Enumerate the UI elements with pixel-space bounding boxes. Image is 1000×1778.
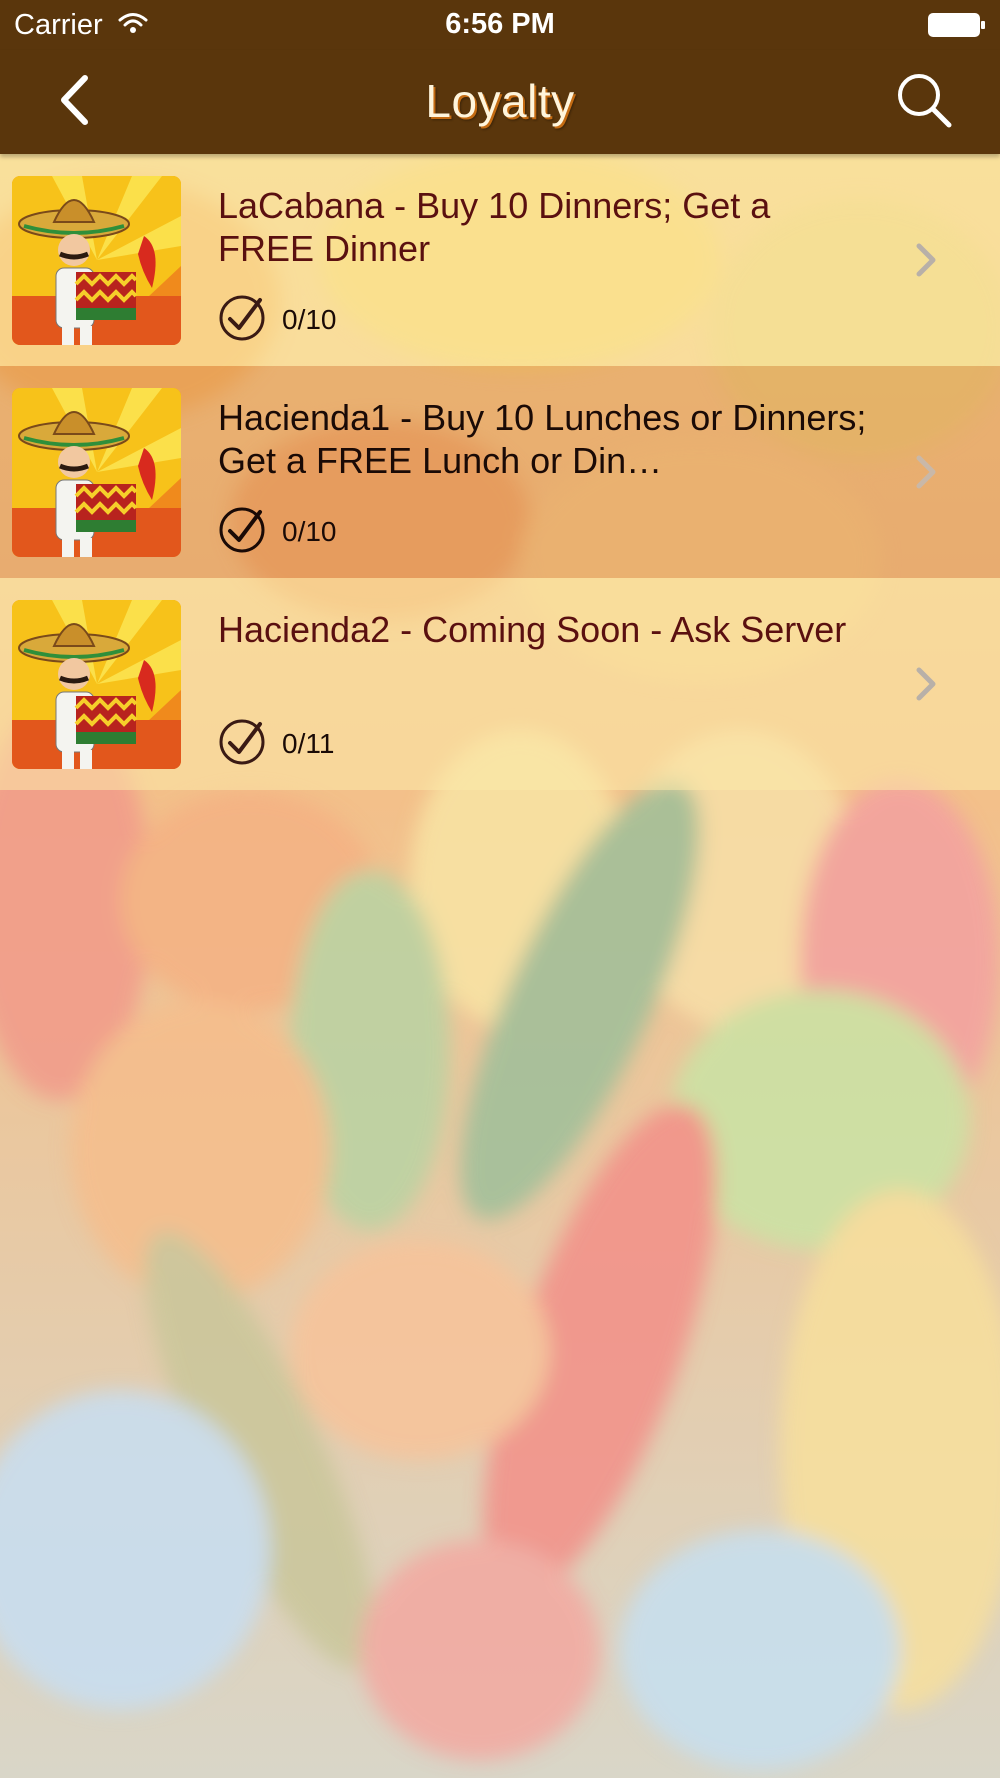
list-item[interactable]: Hacienda1 - Buy 10 Lunches or Dinners; G… — [0, 366, 1000, 578]
chevron-right-icon — [916, 455, 936, 489]
punch-progress: 0/10 — [282, 516, 337, 547]
checkmark-circle-icon — [219, 295, 265, 341]
chevron-right-icon — [916, 243, 936, 277]
punch-progress: 0/10 — [282, 304, 337, 335]
battery-icon — [928, 13, 985, 37]
punch-progress: 0/11 — [282, 728, 335, 759]
mascot-thumbnail — [12, 388, 181, 557]
list-item[interactable]: Hacienda2 - Coming Soon - Ask Server 0/1… — [0, 578, 1000, 790]
reward-title: Hacienda2 - Coming Soon - Ask Server — [218, 609, 847, 650]
status-time: 6:56 PM — [445, 8, 555, 40]
page-title: Loyalty — [425, 75, 575, 127]
status-bar: Carrier 6:56 PM — [0, 0, 1000, 50]
navigation-bar: Loyalty — [0, 50, 1000, 154]
reward-title: Hacienda1 - Buy 10 Lunches or Dinners; G… — [218, 397, 867, 481]
checkmark-circle-icon — [219, 719, 265, 765]
reward-title: LaCabana - Buy 10 Dinners; Get a FREE Di… — [218, 185, 771, 269]
mariachi-mascot-icon — [12, 176, 181, 345]
checkmark-circle-icon — [219, 507, 265, 553]
list-item[interactable]: LaCabana - Buy 10 Dinners; Get a FREE Di… — [0, 154, 1000, 366]
mascot-thumbnail — [12, 176, 181, 345]
screen: Carrier 6:56 PM Loyalty LaCabana - Buy 1… — [0, 0, 1000, 1778]
chevron-right-icon — [916, 667, 936, 701]
mascot-thumbnail — [12, 600, 181, 769]
search-icon[interactable] — [894, 70, 954, 130]
loyalty-list: LaCabana - Buy 10 Dinners; Get a FREE Di… — [0, 154, 1000, 790]
mariachi-mascot-icon — [12, 600, 181, 769]
mariachi-mascot-icon — [12, 388, 181, 557]
